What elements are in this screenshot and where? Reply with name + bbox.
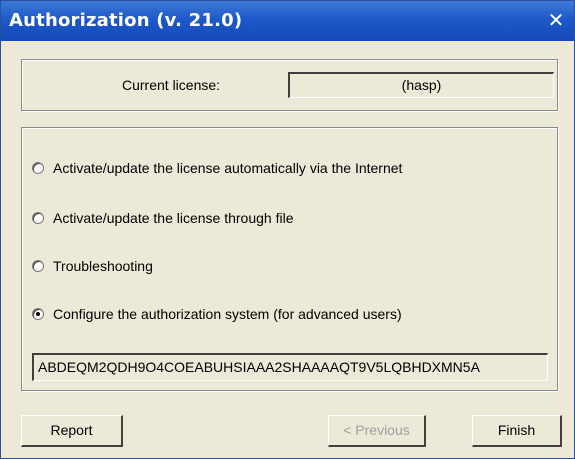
option-activate-file[interactable]: Activate/update the license through file (32, 208, 294, 228)
license-group: Current license: (hasp) (21, 59, 558, 111)
report-button[interactable]: Report (21, 415, 123, 447)
current-license-field: (hasp) (288, 72, 554, 98)
radio-configure-authorization[interactable] (32, 308, 44, 320)
radio-activate-internet[interactable] (32, 162, 44, 174)
option-label: Activate/update the license automaticall… (53, 160, 403, 176)
previous-button[interactable]: < Previous (328, 415, 426, 447)
title-bar[interactable]: Authorization (v. 21.0) ✕ (1, 1, 574, 41)
option-configure-authorization[interactable]: Configure the authorization system (for … (32, 304, 402, 324)
radio-activate-file[interactable] (32, 212, 44, 224)
option-label: Configure the authorization system (for … (53, 306, 402, 322)
option-activate-internet[interactable]: Activate/update the license automaticall… (32, 158, 402, 178)
window-title: Authorization (v. 21.0) (9, 10, 243, 31)
close-icon[interactable]: ✕ (544, 8, 568, 32)
options-group: Activate/update the license automaticall… (21, 127, 558, 391)
option-troubleshooting[interactable]: Troubleshooting (32, 256, 153, 276)
authorization-dialog: Authorization (v. 21.0) ✕ Current licens… (0, 0, 575, 459)
radio-troubleshooting[interactable] (32, 260, 44, 272)
option-label: Activate/update the license through file (53, 210, 294, 226)
option-label: Troubleshooting (53, 258, 153, 274)
finish-button[interactable]: Finish (472, 415, 562, 447)
authorization-key-field[interactable]: ABDEQM2QDH9O4COEABUHSIAAA2SHAAAAQT9V5LQB… (32, 353, 548, 381)
current-license-label: Current license: (122, 77, 221, 93)
